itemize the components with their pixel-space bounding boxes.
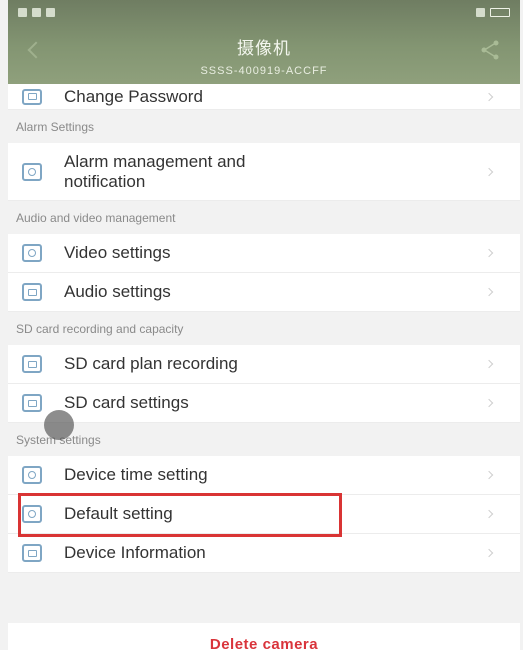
section-sd-card: SD card recording and capacity: [8, 312, 520, 345]
alarm-management-line2: notification: [64, 171, 146, 191]
sd-card-plan-recording-label: SD card plan recording: [64, 354, 238, 373]
speaker-icon: [22, 283, 42, 301]
device-time-setting-item[interactable]: Device time setting: [8, 456, 520, 495]
sd-card-settings-item[interactable]: SD card settings: [8, 384, 520, 423]
title-bar: 摄像机 SSSS-400919-ACCFF: [8, 24, 520, 84]
audio-settings-item[interactable]: Audio settings: [8, 273, 520, 312]
notification-icon: [46, 7, 55, 17]
alarm-icon: [22, 162, 42, 181]
section-system-settings: System settings: [8, 423, 520, 456]
signal-icon: [18, 7, 27, 17]
alarm-management-label: Alarm management and notification: [64, 152, 245, 192]
sd-card-icon: [22, 394, 42, 412]
chevron-right-icon: [484, 92, 494, 101]
info-icon: [22, 544, 42, 562]
delete-camera-label: Delete camera: [209, 635, 319, 650]
default-setting-item[interactable]: Default setting: [8, 495, 520, 534]
status-bar: [8, 0, 520, 24]
network-icon: [476, 7, 485, 17]
sd-card-settings-label: SD card settings: [64, 393, 189, 412]
status-left: [18, 7, 55, 17]
reset-icon: [22, 505, 42, 523]
settings-list: Change Password Alarm Settings Alarm man…: [8, 84, 520, 650]
wifi-icon: [32, 7, 41, 17]
record-icon: [22, 355, 42, 373]
share-icon[interactable]: [478, 38, 502, 62]
device-time-setting-label: Device time setting: [64, 465, 208, 484]
device-information-label: Device Information: [64, 543, 206, 562]
chevron-right-icon: [484, 287, 494, 297]
sd-card-plan-recording-item[interactable]: SD card plan recording: [8, 345, 520, 384]
device-id: SSSS-400919-ACCFF: [200, 65, 328, 77]
change-password-item[interactable]: Change Password: [8, 84, 520, 110]
status-right: [476, 7, 510, 17]
section-alarm-settings: Alarm Settings: [8, 110, 520, 143]
delete-camera-button[interactable]: Delete camera: [8, 623, 520, 650]
chevron-right-icon: [484, 509, 494, 519]
video-settings-item[interactable]: Video settings: [8, 234, 520, 273]
chevron-right-icon: [484, 167, 494, 176]
chevron-right-icon: [484, 548, 494, 558]
clock-icon: [22, 466, 42, 484]
chevron-right-icon: [484, 398, 494, 408]
audio-settings-label: Audio settings: [64, 282, 171, 301]
alarm-management-line1: Alarm management and: [64, 151, 246, 171]
section-audio-video: Audio and video management: [8, 201, 520, 234]
video-settings-label: Video settings: [64, 243, 171, 262]
alarm-management-item[interactable]: Alarm management and notification: [8, 143, 520, 201]
chevron-right-icon: [484, 470, 494, 480]
change-password-label: Change Password: [64, 86, 203, 106]
device-information-item[interactable]: Device Information: [8, 534, 520, 573]
list-spacer: [8, 573, 520, 623]
camera-settings-screen: 摄像机 SSSS-400919-ACCFF Change Password Al…: [0, 0, 523, 650]
chevron-right-icon: [484, 359, 494, 369]
chevron-right-icon: [484, 248, 494, 258]
default-setting-label: Default setting: [64, 504, 173, 523]
page-title: 摄像机: [237, 39, 291, 58]
camera-icon: [22, 244, 42, 262]
touch-indicator: [44, 410, 74, 440]
lock-icon: [22, 88, 42, 105]
battery-icon: [490, 7, 510, 17]
app-header: 摄像机 SSSS-400919-ACCFF: [8, 0, 520, 84]
